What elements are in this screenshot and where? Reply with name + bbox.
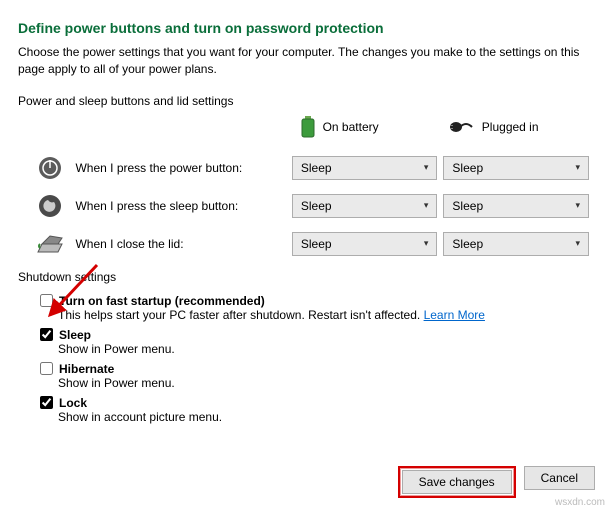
lid-plugged-value: Sleep [452,237,483,251]
power-button-label: When I press the power button: [75,161,291,175]
buttons-section-heading: Power and sleep buttons and lid settings [18,94,595,108]
sleep-button-label: When I press the sleep button: [75,199,291,213]
lid-battery-value: Sleep [301,237,332,251]
lock-desc: Show in account picture menu. [58,410,595,424]
power-plugged-value: Sleep [452,161,483,175]
col-battery-label: On battery [323,120,379,134]
chevron-down-icon: ▾ [575,238,580,249]
power-button-icon [38,156,62,180]
lid-icon [36,234,64,254]
lock-checkbox[interactable] [40,396,53,409]
power-battery-value: Sleep [301,161,332,175]
hibernate-desc: Show in Power menu. [58,376,595,390]
chevron-down-icon: ▾ [575,200,580,211]
chevron-down-icon: ▾ [424,238,429,249]
sleep-button-icon [38,194,62,218]
col-plugged-label: Plugged in [482,120,539,134]
lid-plugged-dropdown[interactable]: Sleep ▾ [443,232,589,256]
chevron-down-icon: ▾ [424,200,429,211]
chevron-down-icon: ▾ [424,162,429,173]
chevron-down-icon: ▾ [575,162,580,173]
cancel-button[interactable]: Cancel [524,466,595,490]
lid-label: When I close the lid: [75,237,291,251]
save-button[interactable]: Save changes [402,470,512,494]
sleep-option-label: Sleep [59,328,91,342]
shutdown-section-heading: Shutdown settings [18,270,595,284]
plug-icon [448,119,474,135]
sleep-plugged-dropdown[interactable]: Sleep ▾ [443,194,589,218]
power-plugged-dropdown[interactable]: Sleep ▾ [443,156,589,180]
battery-icon [301,116,315,138]
save-button-highlight: Save changes [398,466,516,498]
sleep-plugged-value: Sleep [452,199,483,213]
hibernate-label: Hibernate [59,362,114,376]
power-battery-dropdown[interactable]: Sleep ▾ [292,156,438,180]
sleep-battery-dropdown[interactable]: Sleep ▾ [292,194,438,218]
lid-battery-dropdown[interactable]: Sleep ▾ [292,232,438,256]
fast-startup-label: Turn on fast startup (recommended) [59,294,265,308]
fast-startup-desc: This helps start your PC faster after sh… [58,308,420,322]
sleep-battery-value: Sleep [301,199,332,213]
sleep-checkbox[interactable] [40,328,53,341]
watermark: wsxdn.com [555,497,605,508]
hibernate-checkbox[interactable] [40,362,53,375]
learn-more-link[interactable]: Learn More [424,308,485,322]
page-title: Define power buttons and turn on passwor… [18,20,595,36]
sleep-option-desc: Show in Power menu. [58,342,595,356]
fast-startup-checkbox[interactable] [40,294,53,307]
page-description: Choose the power settings that you want … [18,44,595,78]
lock-label: Lock [59,396,87,410]
